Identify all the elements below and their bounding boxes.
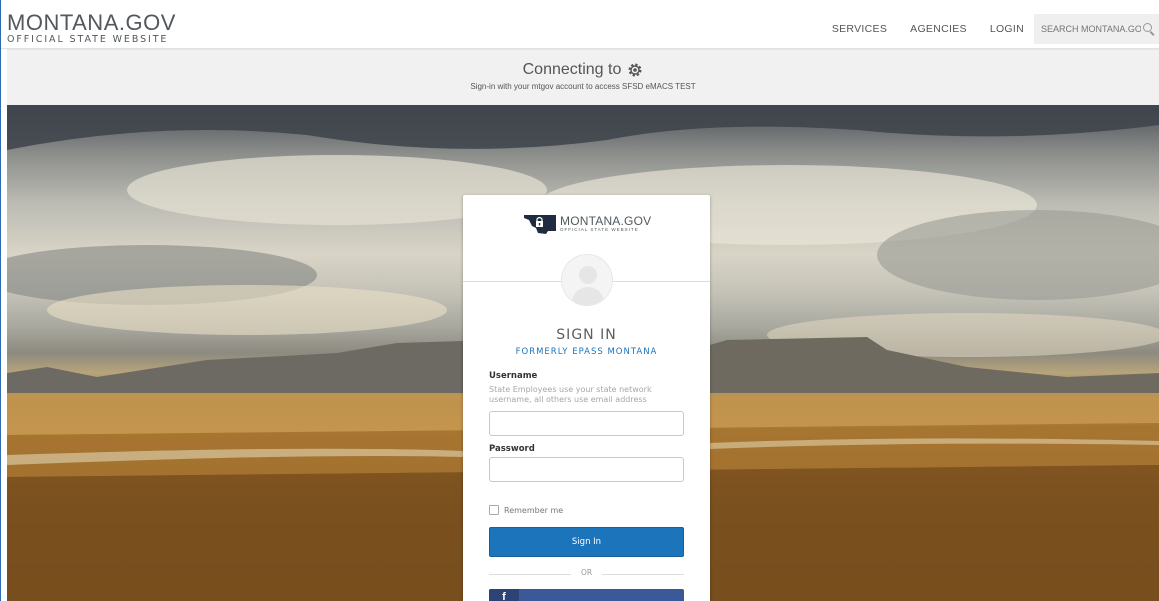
username-help-text: State Employees use your state network u… (489, 385, 652, 404)
card-logo-text: MONTANA.GOV OFFICIAL STATE WEBSITE (560, 215, 651, 233)
password-input[interactable] (489, 457, 684, 482)
password-label: Password (489, 444, 535, 454)
remember-me-label: Remember me (504, 505, 564, 515)
connecting-banner: Connecting to Sign-in with your mtgov ac… (7, 49, 1159, 105)
connecting-text: Connecting to (522, 61, 622, 78)
nav-services-link[interactable]: SERVICES (832, 23, 887, 35)
site-brand[interactable]: MONTANA.GOV OFFICIAL STATE WEBSITE (7, 12, 176, 45)
facebook-icon: f (489, 589, 519, 601)
username-label: Username (489, 371, 538, 381)
or-line-right (602, 574, 684, 575)
search-input[interactable] (1041, 24, 1141, 34)
search-box (1034, 14, 1159, 44)
search-icon[interactable] (1141, 21, 1157, 37)
nav-menu: SERVICES AGENCIES LOGIN (832, 14, 1159, 44)
login-card: MONTANA.GOV OFFICIAL STATE WEBSITE SIGN … (463, 195, 710, 601)
facebook-login-button[interactable]: f (489, 589, 684, 601)
nav-agencies-link[interactable]: AGENCIES (910, 23, 967, 35)
brand-subtitle: OFFICIAL STATE WEBSITE (7, 34, 169, 45)
or-separator: OR (489, 568, 684, 580)
window-edge (0, 0, 1, 601)
user-avatar-icon (562, 255, 612, 305)
sign-in-subtitle: FORMERLY EPASS MONTANA (515, 347, 658, 357)
top-navigation: MONTANA.GOV OFFICIAL STATE WEBSITE SERVI… (0, 0, 1159, 49)
avatar (561, 254, 613, 306)
card-logo: MONTANA.GOV OFFICIAL STATE WEBSITE (523, 213, 651, 235)
connecting-title: Connecting to (7, 61, 1159, 79)
connecting-subtitle: Sign-in with your mtgov account to acces… (470, 82, 696, 91)
remember-me-checkbox[interactable] (489, 505, 499, 515)
gear-icon (628, 63, 642, 77)
username-input[interactable] (489, 411, 684, 436)
nav-login-link[interactable]: LOGIN (990, 23, 1024, 35)
sign-in-title: SIGN IN (556, 327, 617, 343)
or-text: OR (580, 568, 593, 577)
card-logo-name: MONTANA.GOV (560, 214, 652, 229)
brand-name: MONTANA.GOV (7, 10, 176, 35)
sign-in-button[interactable]: Sign In (489, 527, 684, 557)
remember-me[interactable]: Remember me (489, 505, 563, 515)
montana-state-lock-icon (524, 215, 556, 234)
card-logo-subtitle: OFFICIAL STATE WEBSITE (560, 227, 639, 233)
